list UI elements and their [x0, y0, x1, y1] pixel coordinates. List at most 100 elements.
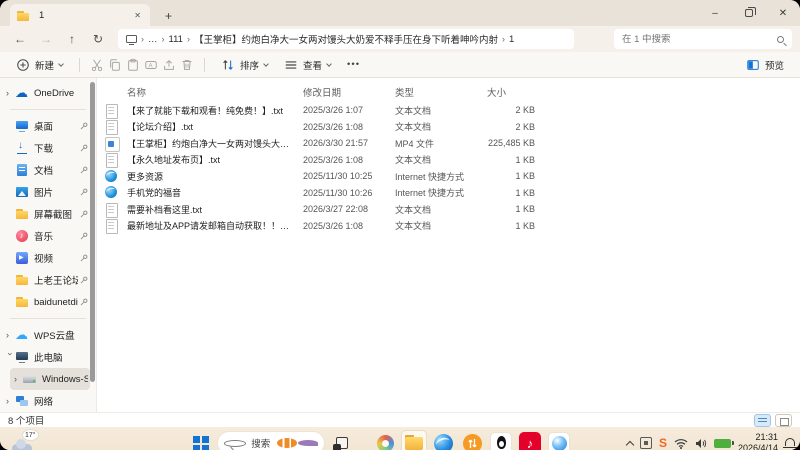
share-icon[interactable] [162, 58, 176, 72]
file-type: 文本文档 [395, 221, 432, 232]
sort-button[interactable]: 排序 [215, 55, 274, 75]
video-icon [15, 251, 29, 265]
folder-icon [15, 295, 29, 309]
new-tab-button[interactable]: + [160, 9, 177, 23]
task-view-button[interactable] [330, 431, 354, 450]
ime-icon[interactable] [639, 437, 652, 449]
sidebar-item-WPS云盘[interactable]: › WPS云盘 [2, 324, 90, 346]
sidebar-item-文档[interactable]: 文档 [2, 159, 90, 181]
app-browser-button[interactable] [431, 431, 455, 450]
tab-close-icon[interactable]: ✕ [131, 10, 144, 21]
refresh-button[interactable]: ↻ [86, 32, 110, 46]
up-button[interactable]: ↑ [60, 32, 84, 46]
file-row[interactable]: 最新地址及APP请发邮箱自动获取！！！.txt 2025/3/26 1:08 文… [97, 218, 800, 235]
sidebar-item-上老王论坛当[interactable]: 上老王论坛当 [2, 269, 90, 291]
column-date[interactable]: 修改日期 [303, 85, 395, 99]
column-name[interactable]: 名称 [127, 85, 303, 99]
volume-icon[interactable] [695, 438, 707, 449]
network-icon [15, 394, 29, 408]
file-row[interactable]: 【王掌柜】约炮白净大一女两对馒头大奶爱不释... 2026/3/30 21:57… [97, 135, 800, 152]
expand-chevron-icon[interactable]: › [6, 353, 16, 362]
app-blue-sphere-button[interactable] [547, 431, 571, 450]
app-file-explorer-button[interactable] [402, 431, 426, 450]
file-row[interactable]: 手机党的福音 2025/11/30 10:26 Internet 快捷方式 1 … [97, 185, 800, 202]
app-netease-music-button[interactable]: ♪ [518, 431, 542, 450]
sidebar-item-baidunetdisk[interactable]: baidunetdisk [2, 291, 90, 313]
sidebar-item-屏幕截图[interactable]: 屏幕截图 [2, 203, 90, 225]
breadcrumb[interactable]: › … › 111 › 【王掌柜】约炮白净大一女两对馒头大奶爱不释手压在身下听着… [118, 29, 574, 49]
app-colorloop-button[interactable] [373, 431, 397, 450]
minimize-button[interactable]: – [698, 0, 732, 26]
more-button[interactable]: ••• [341, 56, 366, 73]
file-row[interactable]: 【论坛介绍】.txt 2025/3/26 1:08 文本文档 2 KB [97, 119, 800, 136]
file-row[interactable]: 【来了就能下载和观看！纯免费！】.txt 2025/3/26 1:07 文本文档… [97, 102, 800, 119]
column-type[interactable]: 类型 [395, 85, 481, 99]
breadcrumb-ellipsis[interactable]: … [148, 34, 158, 45]
app-downloader-button[interactable] [460, 431, 484, 450]
video-file-icon [105, 136, 120, 152]
sidebar-item-音乐[interactable]: 音乐 [2, 225, 90, 247]
start-button[interactable] [188, 431, 212, 450]
expand-chevron-icon[interactable]: › [6, 88, 15, 98]
forward-button[interactable]: → [34, 32, 58, 46]
netease-music-icon: ♪ [519, 432, 541, 450]
preview-pane-icon [747, 59, 759, 70]
folder-icon [15, 273, 29, 287]
sidebar-item-图片[interactable]: 图片 [2, 181, 90, 203]
cut-icon[interactable] [90, 58, 104, 72]
expand-chevron-icon[interactable]: › [6, 396, 15, 406]
copy-icon[interactable] [108, 58, 122, 72]
download-icon [15, 140, 29, 155]
chevron-right-icon: › [141, 34, 144, 44]
paste-icon[interactable] [126, 58, 140, 72]
battery-icon[interactable] [713, 438, 734, 448]
sidebar-item-OneDrive[interactable]: › OneDrive [2, 82, 90, 104]
expand-chevron-icon[interactable]: › [14, 374, 23, 384]
search-input[interactable] [622, 33, 777, 45]
weather-widget[interactable]: 17° [12, 429, 52, 450]
file-row[interactable]: 【永久地址发布页】.txt 2025/3/26 1:08 文本文档 1 KB [97, 152, 800, 169]
column-size[interactable]: 大小 [481, 85, 539, 99]
sidebar-item-网络[interactable]: › 网络 [2, 390, 90, 412]
taskbar-search[interactable]: 搜索 [217, 431, 325, 450]
sidebar-item-桌面[interactable]: 桌面 [2, 115, 90, 137]
close-button[interactable]: ✕ [766, 0, 800, 26]
sidebar-item-下载[interactable]: 下载 [2, 137, 90, 159]
file-row[interactable]: 需要补档看这里.txt 2026/3/27 22:08 文本文档 1 KB [97, 201, 800, 218]
new-button[interactable]: 新建 [10, 55, 69, 75]
sidebar-scrollbar[interactable] [90, 82, 95, 382]
file-type: 文本文档 [395, 122, 432, 133]
explorer-search[interactable] [614, 29, 792, 49]
chevron-right-icon: › [501, 34, 505, 44]
file-rows: 【来了就能下载和观看！纯免费！】.txt 2025/3/26 1:07 文本文档… [97, 102, 800, 235]
app-qq-button[interactable] [489, 431, 513, 450]
large-icons-view-toggle[interactable] [775, 413, 792, 427]
back-button[interactable]: ← [8, 32, 32, 46]
rename-icon[interactable]: A [144, 58, 158, 72]
view-button[interactable]: 查看 [278, 55, 337, 75]
breadcrumb-segment[interactable]: 【王掌柜】约炮白净大一女两对馒头大奶爱不释手压在身下听着呻吟内射 [194, 32, 498, 46]
sidebar-item-此电脑[interactable]: › 此电脑 [2, 346, 90, 368]
restore-button[interactable] [732, 0, 766, 26]
taskbar-search-label: 搜索 [251, 439, 271, 450]
details-view-toggle[interactable] [754, 413, 771, 427]
breadcrumb-segment[interactable]: 111 [169, 34, 183, 45]
notification-bell-icon[interactable] [783, 438, 797, 448]
hidden-icons-chevron[interactable] [625, 440, 635, 449]
desktop-icon [15, 119, 29, 133]
preview-button[interactable]: 预览 [740, 55, 790, 75]
preview-label: 预览 [764, 60, 784, 72]
sidebar-item-Windows-SSD[interactable]: › Windows-SSD [10, 368, 90, 390]
wifi-icon[interactable] [674, 438, 688, 449]
file-row[interactable]: 更多资源 2025/11/30 10:25 Internet 快捷方式 1 KB [97, 168, 800, 185]
delete-icon[interactable] [180, 58, 194, 72]
this-pc-icon[interactable] [126, 35, 137, 45]
breadcrumb-segment[interactable]: 1 [509, 34, 514, 45]
explorer-tab[interactable]: 1 ✕ [10, 4, 150, 26]
pin-icon [80, 210, 88, 218]
sogou-input-icon[interactable]: S [659, 436, 667, 450]
expand-chevron-icon[interactable]: › [6, 330, 15, 340]
sidebar-item-视频[interactable]: 视频 [2, 247, 90, 269]
clock[interactable]: 21:31 2026/4/14 [738, 432, 778, 450]
file-date: 2026/3/27 22:08 [303, 204, 369, 215]
